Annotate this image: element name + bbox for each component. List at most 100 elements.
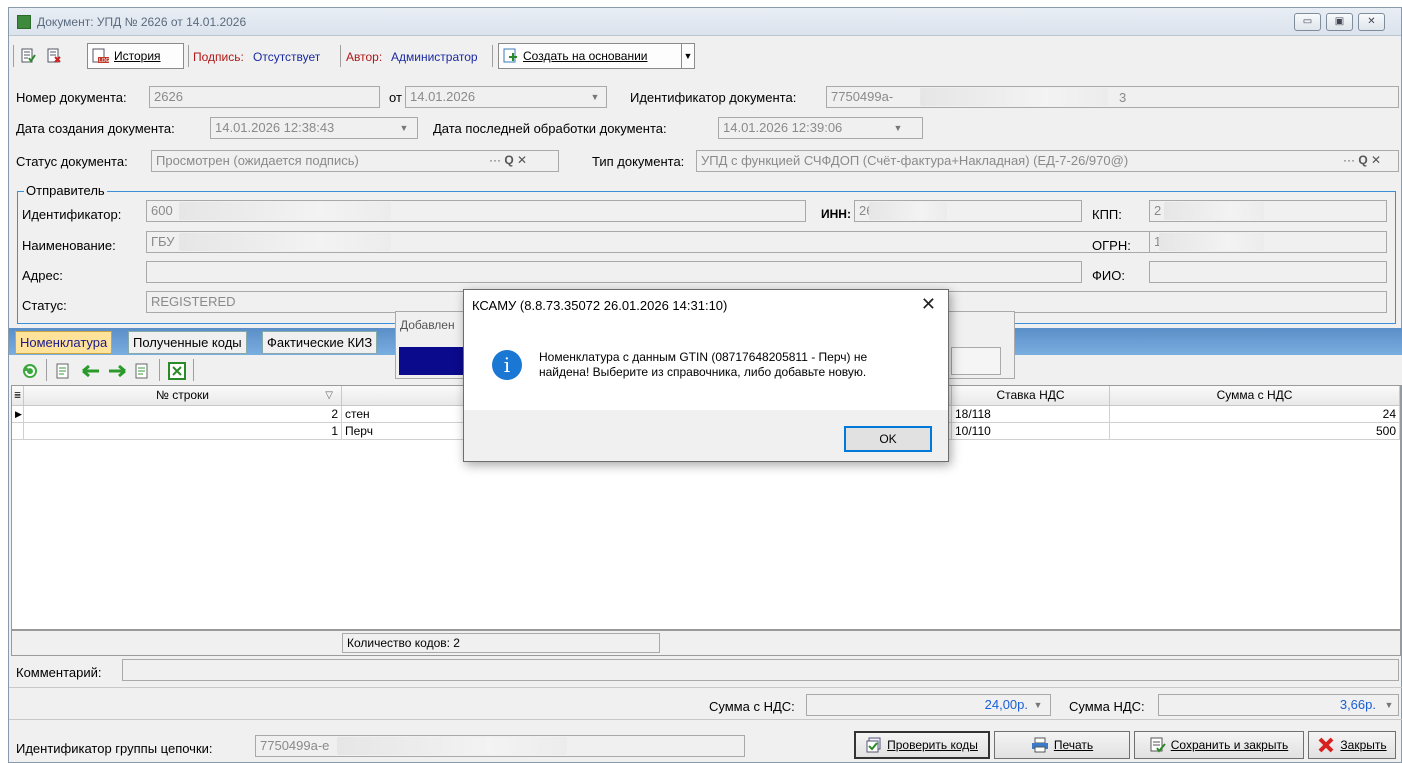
info-icon: i: [492, 350, 522, 380]
vat-field[interactable]: 3,66р.: [1158, 694, 1399, 716]
col-row-number[interactable]: № строки ▽: [24, 386, 342, 406]
progress-title: Добавлен: [400, 318, 455, 332]
refresh-icon[interactable]: [21, 362, 39, 380]
codes-count: Количество кодов: 2: [342, 633, 660, 653]
doc-id-field[interactable]: 7750499a-: [826, 86, 1399, 108]
log-icon: LOG: [92, 48, 110, 64]
dialog-message: Номенклатура с данным GTIN (087176482058…: [539, 350, 868, 379]
arrow-right-icon[interactable]: [107, 362, 127, 380]
sum-vat-field[interactable]: 24,00р.: [806, 694, 1051, 716]
create-based-label: Создать на основании: [523, 49, 648, 63]
address-field[interactable]: [146, 261, 1082, 283]
inn-label: ИНН:: [821, 207, 851, 221]
grid-footer: Количество кодов: 2: [11, 630, 1401, 656]
col-sum-vat[interactable]: Сумма с НДС: [1110, 386, 1400, 406]
filter-icon: ▽: [325, 390, 333, 401]
create-doc-icon: [503, 48, 517, 63]
reject-doc-icon: [47, 48, 61, 63]
doc-date-field[interactable]: 14.01.2026: [405, 86, 607, 108]
cell-vat[interactable]: 18/118: [952, 406, 1110, 423]
toolbar: LOG История Подпись: Отсутствует Автор: …: [9, 41, 1401, 69]
sender-name-label: Наименование:: [22, 238, 116, 253]
cell-sum[interactable]: 24: [1110, 406, 1400, 423]
type-label: Тип документа:: [592, 154, 685, 169]
doc-id-label: Идентификатор документа:: [630, 90, 797, 105]
address-label: Адрес:: [22, 268, 63, 283]
arrow-left-icon[interactable]: [81, 362, 101, 380]
comment-field[interactable]: [122, 659, 1399, 681]
save-icon: [1150, 737, 1166, 753]
print-button[interactable]: Печать: [994, 731, 1130, 759]
grid-menu-icon[interactable]: ≣: [12, 386, 24, 406]
status-more-icon[interactable]: ··· Q ✕: [489, 153, 527, 167]
doc-date-label: от: [389, 90, 402, 105]
comment-label: Комментарий:: [16, 665, 102, 680]
move-row-icon[interactable]: [134, 362, 152, 380]
minimize-button[interactable]: ▭: [1294, 13, 1321, 31]
doc-number-label: Номер документа:: [16, 90, 127, 105]
create-based-dropdown[interactable]: ▼: [681, 43, 695, 69]
ok-button[interactable]: OK: [844, 426, 932, 452]
processed-dropdown-icon[interactable]: ▼: [890, 120, 906, 136]
svg-text:LOG: LOG: [99, 58, 110, 64]
kpp-label: КПП:: [1092, 207, 1122, 222]
cell-sum[interactable]: 500: [1110, 423, 1400, 440]
history-button[interactable]: LOG История: [87, 43, 184, 69]
app-icon: [17, 15, 31, 29]
redacted-area: [920, 88, 1108, 106]
reject-button[interactable]: [45, 43, 67, 69]
progress-bar: [399, 347, 467, 375]
check-icon: [866, 737, 881, 753]
save-close-button[interactable]: Сохранить и закрыть: [1134, 731, 1304, 759]
add-row-icon[interactable]: [55, 362, 73, 380]
create-based-button[interactable]: Создать на основании: [498, 43, 682, 69]
created-label: Дата создания документа:: [16, 121, 175, 136]
sender-title: Отправитель: [24, 183, 107, 198]
doc-number-field[interactable]: 2626: [149, 86, 380, 108]
sender-status-label: Статус:: [22, 298, 67, 313]
chevron-down-icon: ▼: [683, 51, 693, 61]
author-label: Автор:: [346, 50, 383, 64]
sum-vat-label: Сумма с НДС:: [709, 699, 795, 714]
printer-icon: [1031, 737, 1048, 753]
check-codes-button[interactable]: Проверить коды: [854, 731, 990, 759]
tab-actual-kiz[interactable]: Фактические КИЗ: [262, 331, 378, 354]
message-dialog: КСАМУ (8.8.73.35072 26.01.2026 14:31:10)…: [463, 289, 949, 462]
created-dropdown-icon[interactable]: ▼: [396, 120, 412, 136]
vat-label: Сумма НДС:: [1069, 699, 1145, 714]
fio-field[interactable]: [1149, 261, 1387, 283]
dialog-title: КСАМУ (8.8.73.35072 26.01.2026 14:31:10): [472, 298, 728, 313]
dialog-close-icon[interactable]: ✕: [921, 294, 936, 315]
sign-doc-icon: [21, 48, 36, 63]
chain-label: Идентификатор группы цепочки:: [16, 741, 213, 756]
type-field[interactable]: УПД с функцией СЧФДОП (Счёт-фактура+Накл…: [696, 150, 1399, 172]
date-dropdown-icon[interactable]: ▼: [587, 89, 603, 105]
close-button[interactable]: Закрыть: [1308, 731, 1396, 759]
signature-label: Подпись:: [193, 50, 244, 64]
cell-vat[interactable]: 10/110: [952, 423, 1110, 440]
fio-label: ФИО:: [1092, 268, 1125, 283]
vat-dropdown-icon[interactable]: ▼: [1381, 697, 1397, 713]
signature-value: Отсутствует: [253, 50, 321, 64]
window-title: Документ: УПД № 2626 от 14.01.2026: [37, 15, 247, 29]
title-bar: Документ: УПД № 2626 от 14.01.2026 ▭ ▣ ✕: [9, 8, 1401, 36]
sender-id-label: Идентификатор:: [22, 207, 122, 222]
maximize-button[interactable]: ▣: [1326, 13, 1353, 31]
close-icon: [1318, 737, 1334, 753]
cell-num[interactable]: 2: [24, 406, 342, 423]
author-value: Администратор: [391, 50, 478, 64]
history-label: История: [114, 49, 161, 63]
processed-label: Дата последней обработки документа:: [433, 121, 667, 136]
col-vat-rate[interactable]: Ставка НДС: [952, 386, 1110, 406]
doc-id-suffix: 3: [1119, 90, 1127, 105]
created-field[interactable]: 14.01.2026 12:38:43: [210, 117, 418, 139]
sign-button[interactable]: [19, 43, 41, 69]
cell-num[interactable]: 1: [24, 423, 342, 440]
delete-row-icon[interactable]: [168, 362, 186, 380]
status-label: Статус документа:: [16, 154, 128, 169]
tab-nomenclature[interactable]: Номенклатура: [15, 331, 113, 354]
close-window-button[interactable]: ✕: [1358, 13, 1385, 31]
sum-dropdown-icon[interactable]: ▼: [1030, 697, 1046, 713]
type-more-icon[interactable]: ··· Q ✕: [1343, 153, 1381, 167]
tab-received-codes[interactable]: Полученные коды: [128, 331, 247, 354]
